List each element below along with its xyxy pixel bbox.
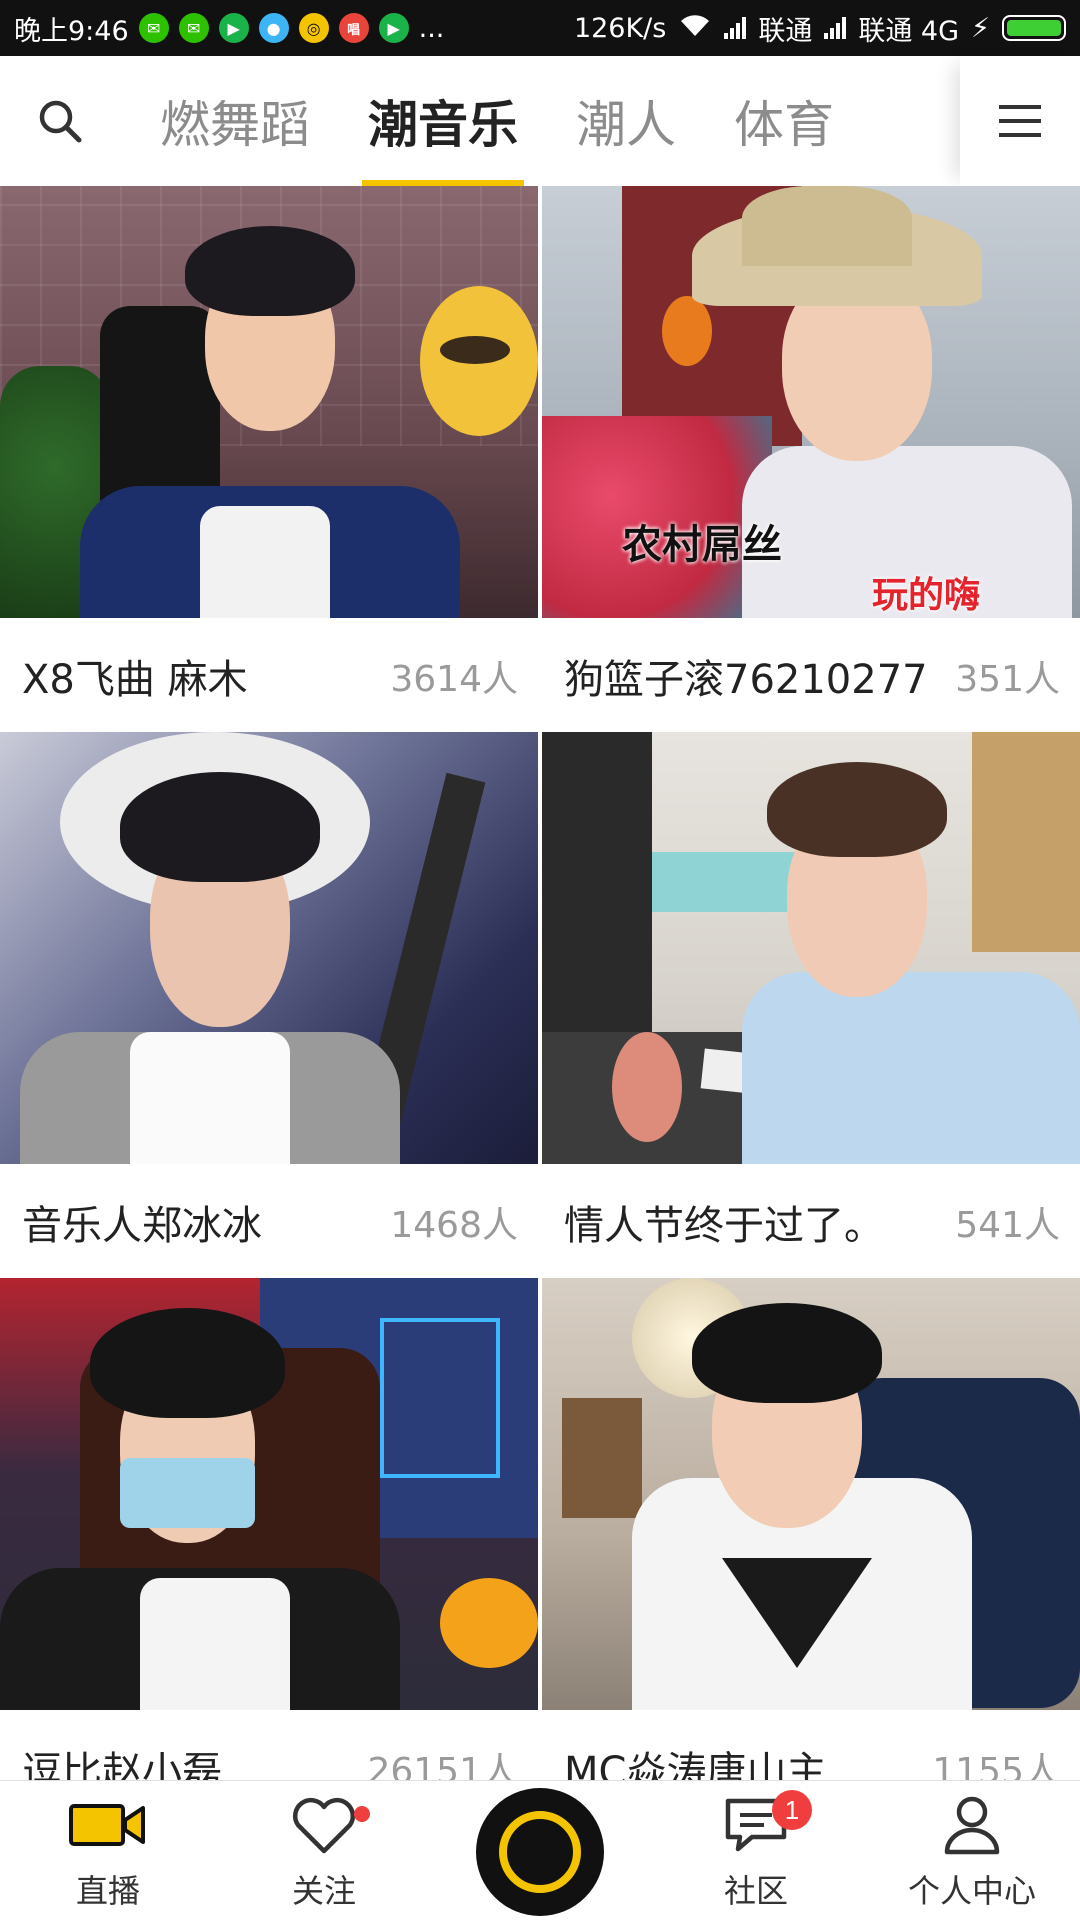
stream-thumbnail	[0, 186, 538, 618]
tab-profile-label: 个人中心	[907, 1872, 1036, 1910]
signal-icon	[724, 17, 747, 39]
viewer-count: 1468人	[390, 1205, 518, 1246]
stream-thumbnail	[542, 732, 1080, 1164]
stream-thumbnail	[542, 1278, 1080, 1710]
stream-caption: X8飞曲 麻木 3614人	[0, 618, 538, 734]
streamer-name: 情人节终于过了。	[564, 1203, 884, 1249]
follow-notification-dot	[354, 1806, 370, 1822]
streamer-name: 狗篮子滚76210277	[564, 657, 928, 703]
tab-follow[interactable]: 关注	[216, 1780, 432, 1920]
live-record-button[interactable]	[476, 1788, 604, 1916]
streamer-name: 逗比赵小磊	[22, 1749, 222, 1780]
tab-profile[interactable]: 个人中心	[864, 1780, 1080, 1920]
stream-grid: X8飞曲 麻木 3614人 农村屌丝 玩的嗨 狗篮子滚76210277 351人	[0, 186, 1080, 1780]
viewer-count: 541人	[955, 1205, 1060, 1246]
tab-music[interactable]: 潮音乐	[362, 56, 524, 186]
wechat-icon: ✉	[138, 13, 169, 43]
carrier-1: 联通	[758, 15, 813, 47]
stream-card[interactable]: 音乐人郑冰冰 1468人	[0, 732, 538, 1280]
stream-thumbnail	[0, 732, 538, 1164]
stream-card[interactable]: X8飞曲 麻木 3614人	[0, 186, 538, 734]
streamer-name: 音乐人郑冰冰	[22, 1203, 262, 1249]
stream-card[interactable]: 逗比赵小磊 26151人	[0, 1278, 538, 1780]
community-badge: 1	[772, 1790, 812, 1830]
category-nav: 燃舞蹈 潮音乐 潮人 体育	[0, 56, 1080, 186]
tab-record	[432, 1780, 648, 1920]
category-tabs: 燃舞蹈 潮音乐 潮人 体育	[120, 56, 960, 186]
streamer-name: MC焱涛唐山主...	[564, 1749, 865, 1780]
menu-icon	[999, 105, 1041, 137]
viewer-count: 3614人	[390, 659, 518, 700]
menu-button[interactable]	[960, 56, 1080, 186]
tab-dance[interactable]: 燃舞蹈	[160, 56, 310, 186]
play-icon: ▶	[218, 13, 249, 43]
search-button[interactable]	[0, 56, 120, 186]
play-icon: ▶	[378, 13, 409, 43]
stream-thumbnail: 农村屌丝 玩的嗨	[542, 186, 1080, 618]
app-icon: ◎	[298, 13, 329, 43]
streamer-name: X8飞曲 麻木	[22, 657, 248, 703]
tab-community[interactable]: 1 社区	[648, 1780, 864, 1920]
stream-caption: 狗篮子滚76210277 351人	[542, 618, 1080, 734]
stream-card[interactable]: 农村屌丝 玩的嗨 狗篮子滚76210277 351人	[542, 186, 1080, 734]
carrier-2: 联通 4G	[858, 15, 960, 47]
viewer-count: 26151人	[367, 1751, 518, 1780]
live-record-icon	[499, 1811, 581, 1893]
wifi-icon	[678, 12, 712, 45]
signal-icon	[824, 17, 847, 39]
tab-follow-label: 关注	[291, 1872, 356, 1910]
tab-trendy[interactable]: 潮人	[576, 56, 676, 186]
tab-sports[interactable]: 体育	[734, 56, 834, 186]
bottom-nav: 直播 关注 1 社区 个人中心	[0, 1780, 1080, 1920]
stream-caption: 音乐人郑冰冰 1468人	[0, 1164, 538, 1280]
person-icon	[942, 1788, 1002, 1862]
viewer-count: 1155人	[932, 1751, 1060, 1780]
overlay-caption-2: 玩的嗨	[872, 575, 981, 616]
charging-icon: ⚡	[971, 12, 990, 44]
stream-caption: 逗比赵小磊 26151人	[0, 1710, 538, 1780]
overlay-caption-1: 农村屌丝	[622, 522, 782, 568]
heart-icon	[291, 1788, 357, 1862]
stream-caption: 情人节终于过了。 541人	[542, 1164, 1080, 1280]
sing-app-icon: 唱	[338, 13, 369, 43]
video-camera-icon	[69, 1788, 147, 1862]
battery-icon	[1002, 15, 1066, 41]
stream-thumbnail	[0, 1278, 538, 1710]
message-icon: ●	[258, 13, 289, 43]
stream-caption: MC焱涛唐山主... 1155人	[542, 1710, 1080, 1780]
stream-card[interactable]: MC焱涛唐山主... 1155人	[542, 1278, 1080, 1780]
viewer-count: 351人	[955, 659, 1060, 700]
network-speed: 126K/s	[573, 12, 667, 44]
status-bar: 晚上9:46 ✉ ✉ ▶ ● ◎ 唱 ▶ ... 126K/s 联通 联通 4G…	[0, 0, 1080, 56]
wechat-icon: ✉	[178, 13, 209, 43]
tab-community-label: 社区	[723, 1872, 788, 1910]
stream-card[interactable]: 情人节终于过了。 541人	[542, 732, 1080, 1280]
search-icon	[39, 100, 82, 143]
more-notifications: ...	[418, 12, 445, 44]
status-time: 晚上9:46	[14, 15, 129, 47]
tab-live-label: 直播	[75, 1872, 140, 1910]
tab-live[interactable]: 直播	[0, 1780, 216, 1920]
